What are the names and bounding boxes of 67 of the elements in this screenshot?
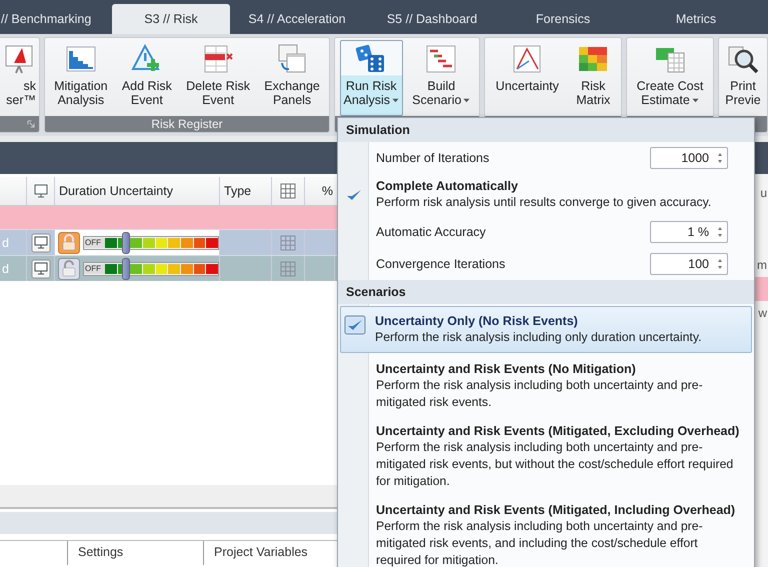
menu-item-title: Complete Automatically (376, 178, 519, 194)
gantt-icon (425, 43, 458, 75)
slider-label: OFF (84, 264, 105, 274)
menu-item-description: Perform the risk analysis including only duration uncertainty. (375, 329, 702, 346)
slider-label: OFF (84, 238, 105, 248)
windows-swap-icon (276, 43, 308, 75)
menu-item-description: Perform the risk analysis including both uncertainty and pre-mitigated risk events, and including the cost/schedule effort required for mitigation. (376, 518, 704, 567)
number-field[interactable]: 1 % (650, 221, 728, 243)
ribbon-button[interactable]: Exchange Panels (260, 40, 324, 116)
ribbon-tab[interactable]: S5 // Dashboard (362, 4, 502, 34)
menu-item-description: Perform the risk analysis including both uncertainty and pre-mitigated risk events. (376, 377, 704, 411)
column-header: u (760, 186, 767, 200)
ribbon-tab[interactable]: S3 // Risk (112, 4, 230, 34)
ribbon-tab[interactable]: S4 // Acceleration (232, 4, 362, 34)
ribbon-button[interactable]: Delete Risk Event (182, 40, 254, 116)
menu-item[interactable]: Uncertainty and Risk Events (No Mitigation) Perform the risk analysis including both uncertainty and pre-mitigated risk events. (338, 355, 754, 417)
spinner-arrows-icon[interactable] (717, 225, 723, 239)
table-cell: m (757, 258, 767, 272)
ribbon-button[interactable]: Risk Matrix (572, 40, 614, 116)
spinner-arrows-icon[interactable] (717, 151, 723, 165)
monitor-icon[interactable] (32, 183, 48, 199)
number-field[interactable]: 1000 (650, 147, 728, 169)
ribbon-button[interactable]: Run Risk Analysis (340, 40, 404, 116)
dialog-launcher-icon[interactable] (27, 120, 35, 128)
field-label: Number of Iterations (375, 150, 490, 167)
number-field[interactable]: 100 (650, 253, 728, 275)
spinner-arrows-icon[interactable] (717, 257, 723, 271)
monitor-icon[interactable] (30, 258, 50, 278)
unlock-icon[interactable] (58, 258, 80, 280)
ribbon-button[interactable]: Build Scenario (408, 40, 474, 116)
column-header[interactable]: % (322, 184, 333, 198)
column-header[interactable]: Duration Uncertainty (59, 184, 173, 198)
grid-icon[interactable] (280, 183, 296, 199)
checkbox-checked-icon (344, 315, 366, 335)
ribbon-button[interactable]: Create Cost Estimate (632, 40, 708, 116)
ribbon-tab[interactable]: Metrics (624, 4, 768, 34)
ribbon-button[interactable]: Mitigation Analysis (50, 40, 112, 116)
menu-item[interactable]: Complete Automatically Perform risk analysis until results converge to given accuracy. (338, 174, 754, 216)
monitor-icon[interactable] (30, 232, 50, 252)
table-cell: d (2, 262, 9, 276)
menu-item-title: Uncertainty and Risk Events (No Mitigation) (376, 361, 637, 377)
menu-item-description: Perform the risk analysis including both uncertainty and pre-mitigated risk events, but without the cost/schedule effort required for mitigation. (376, 439, 734, 490)
field-label: Automatic Accuracy (375, 224, 487, 241)
menu-item-title: Uncertainty and Risk Events (Mitigated, Including Overhead) (376, 502, 736, 518)
ribbon-tab[interactable]: Forensics (502, 4, 624, 34)
ribbon-tab[interactable]: // Benchmarking (0, 4, 110, 34)
slider-thumb[interactable] (122, 258, 130, 280)
menu-item-description: Perform risk analysis until results converge to given accuracy. (376, 194, 712, 211)
ribbon-button[interactable]: sk ser™ (0, 40, 37, 116)
menu-item-title: Uncertainty Only (No Risk Events) (375, 313, 579, 329)
table-cell: d (2, 236, 9, 250)
menu-item[interactable]: Uncertainty Only (No Risk Events) Perform the risk analysis including only duration uncertainty. (340, 306, 752, 353)
slider-thumb[interactable] (122, 232, 130, 254)
table-cell: w (758, 306, 767, 320)
bottom-tab[interactable]: Settings (68, 541, 204, 565)
ribbon-button[interactable]: Print Previe (721, 40, 765, 116)
line-chart-icon (511, 43, 544, 75)
ribbon-button[interactable]: Uncertainty (492, 40, 563, 116)
column-header[interactable]: Type (224, 184, 252, 198)
menu-section-header: Scenarios (338, 280, 754, 304)
ribbon-button[interactable]: Add Risk Event (118, 40, 176, 116)
field-label: Convergence Iterations (375, 256, 506, 273)
group-label: Risk Register (151, 117, 223, 131)
table-delete-icon (202, 43, 234, 75)
menu-section-header: Simulation (338, 118, 754, 142)
lock-icon[interactable] (58, 232, 80, 254)
menu-item-title: Uncertainty and Risk Events (Mitigated, Excluding Overhead) (376, 423, 740, 439)
